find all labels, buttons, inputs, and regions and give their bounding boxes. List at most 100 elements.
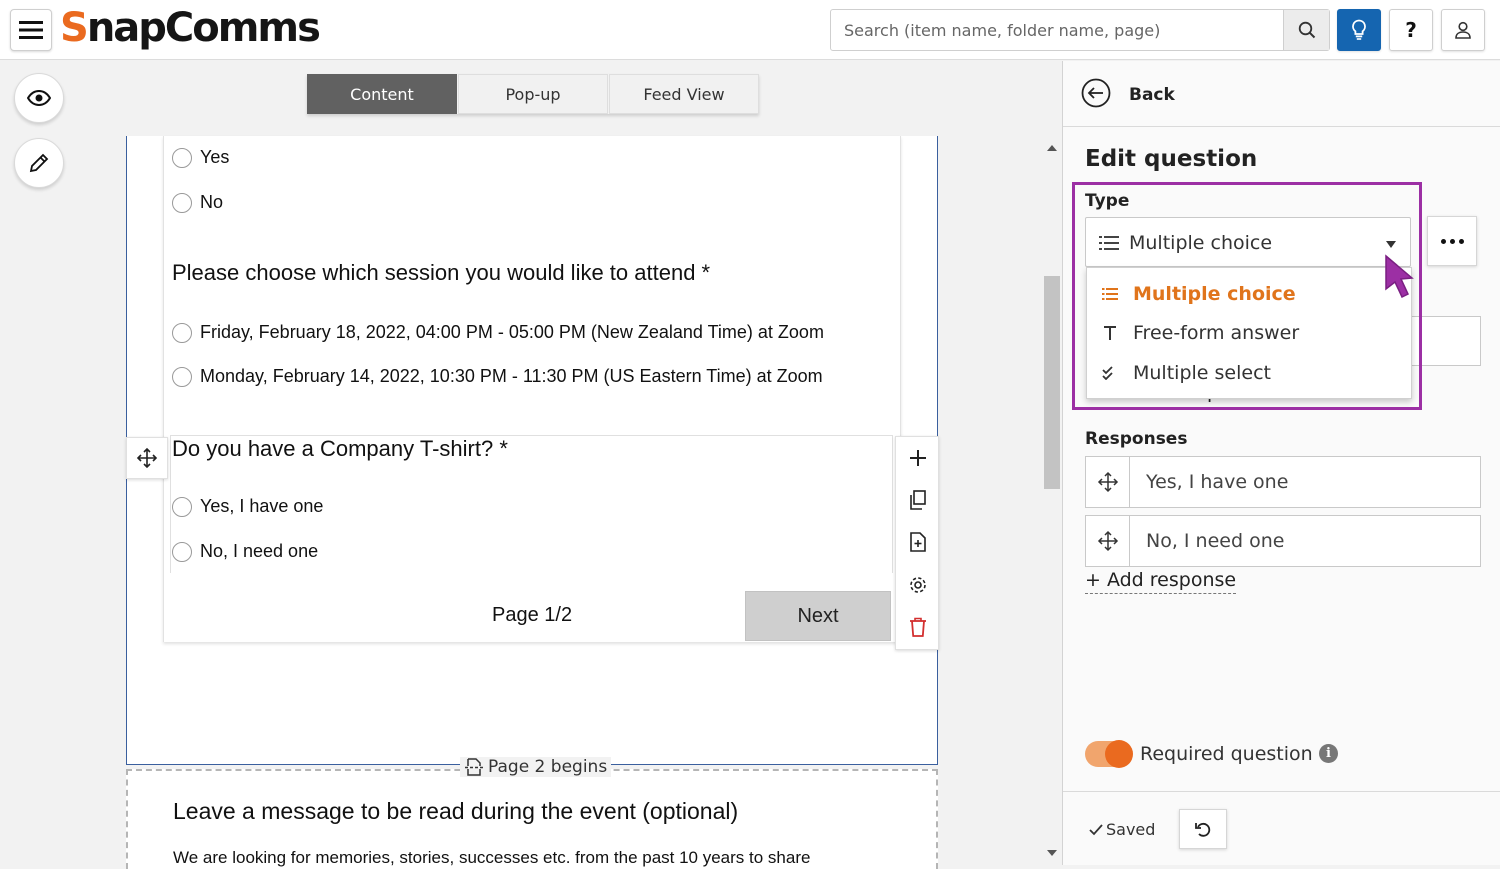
page-indicator: Page 1/2 — [492, 604, 573, 626]
snapcomms-logo[interactable]: SnapComms — [60, 4, 321, 52]
radio-button[interactable] — [172, 496, 192, 517]
chevron-down-icon — [1386, 241, 1396, 248]
type-option-free-form[interactable]: Free-form answer — [1087, 314, 1413, 352]
double-check-icon — [1102, 366, 1113, 380]
user-icon — [1455, 21, 1471, 39]
question-session: Please choose which session you would li… — [172, 260, 711, 285]
add-response-link[interactable]: + Add response — [1085, 569, 1237, 594]
file-plus-icon — [910, 532, 926, 552]
type-label: Type — [1085, 191, 1130, 211]
required-toggle[interactable] — [1085, 740, 1133, 768]
move-icon — [136, 447, 158, 469]
dot — [1458, 238, 1464, 244]
drag-handle[interactable] — [1086, 516, 1130, 566]
tab-popup[interactable]: Pop-up — [458, 74, 608, 114]
move-icon — [1097, 471, 1118, 493]
response-input[interactable]: No, I need one — [1146, 530, 1284, 552]
text-icon — [1104, 326, 1116, 340]
scroll-down-arrow[interactable] — [1047, 850, 1057, 856]
response-input[interactable]: Yes, I have one — [1146, 471, 1288, 493]
type-option-label: Free-form answer — [1133, 322, 1300, 344]
option-label: No, I need one — [200, 541, 319, 561]
lightbulb-icon — [1352, 19, 1366, 40]
response-row: Yes, I have one — [1085, 456, 1481, 508]
eye-icon — [27, 90, 51, 106]
scroll-up-arrow[interactable] — [1047, 145, 1057, 151]
drag-handle[interactable] — [1086, 457, 1130, 507]
question-settings-button[interactable] — [907, 574, 929, 596]
top-header: SnapComms ? — [0, 0, 1500, 60]
saved-status: Saved — [1089, 820, 1155, 839]
trash-icon — [910, 617, 926, 637]
tips-button[interactable] — [1337, 9, 1381, 51]
checkmark-icon — [1089, 823, 1103, 835]
answer-option[interactable]: Yes — [172, 147, 229, 168]
pointer-cursor-icon — [1385, 254, 1414, 299]
question-text-field[interactable] — [1409, 316, 1481, 366]
dot — [1449, 238, 1455, 244]
page-break-text: Page 2 begins — [488, 757, 608, 777]
move-question-handle[interactable] — [126, 437, 168, 479]
type-option-label: Multiple choice — [1133, 283, 1296, 305]
search-button[interactable] — [1283, 10, 1329, 50]
answer-option[interactable]: Friday, February 18, 2022, 04:00 PM - 05… — [172, 322, 824, 343]
account-button[interactable] — [1441, 9, 1485, 51]
search-box — [830, 9, 1330, 51]
edit-button[interactable] — [14, 138, 64, 188]
move-icon — [1097, 530, 1118, 552]
gear-icon — [910, 577, 926, 593]
answer-option[interactable]: No — [172, 192, 223, 213]
question-type-select[interactable]: Multiple choice — [1085, 217, 1411, 267]
view-tabs: Content Pop-up Feed View — [307, 74, 759, 114]
back-row: Back — [1063, 61, 1500, 127]
help-button[interactable]: ? — [1389, 9, 1433, 51]
question-tshirt: Do you have a Company T-shirt? * — [172, 436, 508, 461]
radio-button[interactable] — [172, 192, 192, 213]
response-row: No, I need one — [1085, 515, 1481, 567]
canvas-scrollbar[interactable] — [1042, 136, 1062, 865]
panel-title: Edit question — [1085, 146, 1258, 172]
answer-option[interactable]: Monday, February 14, 2022, 10:30 PM - 11… — [172, 366, 823, 387]
back-arrow-icon[interactable] — [1081, 78, 1111, 108]
responses-label: Responses — [1085, 429, 1188, 449]
radio-button[interactable] — [172, 541, 192, 562]
back-button[interactable]: Back — [1129, 85, 1175, 105]
scrollbar-thumb[interactable] — [1044, 276, 1060, 489]
hamburger-menu-button[interactable] — [10, 9, 52, 51]
answer-option[interactable]: No, I need one — [172, 541, 318, 562]
answer-option[interactable]: Yes, I have one — [172, 496, 323, 517]
required-question-label: Required question — [1140, 743, 1313, 765]
question-message-description: We are looking for memories, stories, su… — [173, 848, 811, 867]
more-options-button[interactable] — [1427, 216, 1477, 266]
tab-content[interactable]: Content — [307, 74, 457, 114]
option-label: Monday, February 14, 2022, 10:30 PM - 11… — [200, 366, 823, 386]
dot — [1440, 238, 1446, 244]
question-toolbar — [895, 436, 939, 650]
panel-footer: Saved — [1063, 791, 1500, 865]
delete-question-button[interactable] — [907, 616, 929, 638]
logo-text: napComms — [86, 5, 321, 51]
preview-button[interactable] — [14, 73, 64, 123]
type-option-multiple-choice[interactable]: Multiple choice — [1087, 275, 1413, 313]
add-page-button[interactable] — [907, 531, 929, 553]
undo-button[interactable] — [1179, 809, 1227, 849]
type-option-label: Multiple select — [1133, 362, 1271, 384]
radio-button[interactable] — [172, 147, 192, 168]
add-question-button[interactable] — [907, 447, 929, 469]
hamburger-icon — [19, 21, 43, 39]
info-icon[interactable]: i — [1319, 744, 1338, 763]
type-option-multiple-select[interactable]: Multiple select — [1087, 354, 1413, 392]
duplicate-question-button[interactable] — [907, 489, 929, 511]
radio-button[interactable] — [172, 366, 192, 387]
copy-icon — [910, 490, 926, 510]
radio-button[interactable] — [172, 322, 192, 343]
pencil-icon — [29, 153, 49, 173]
search-input[interactable] — [831, 10, 1283, 50]
page-break-label: Page 2 begins — [460, 757, 612, 777]
tab-feed-view[interactable]: Feed View — [609, 74, 759, 114]
plus-icon — [910, 450, 926, 466]
option-label: Friday, February 18, 2022, 04:00 PM - 05… — [200, 322, 824, 342]
list-icon — [1102, 288, 1118, 300]
next-button[interactable]: Next — [745, 591, 891, 641]
edit-question-panel: Back Edit question Type Multiple choice … — [1062, 61, 1500, 865]
